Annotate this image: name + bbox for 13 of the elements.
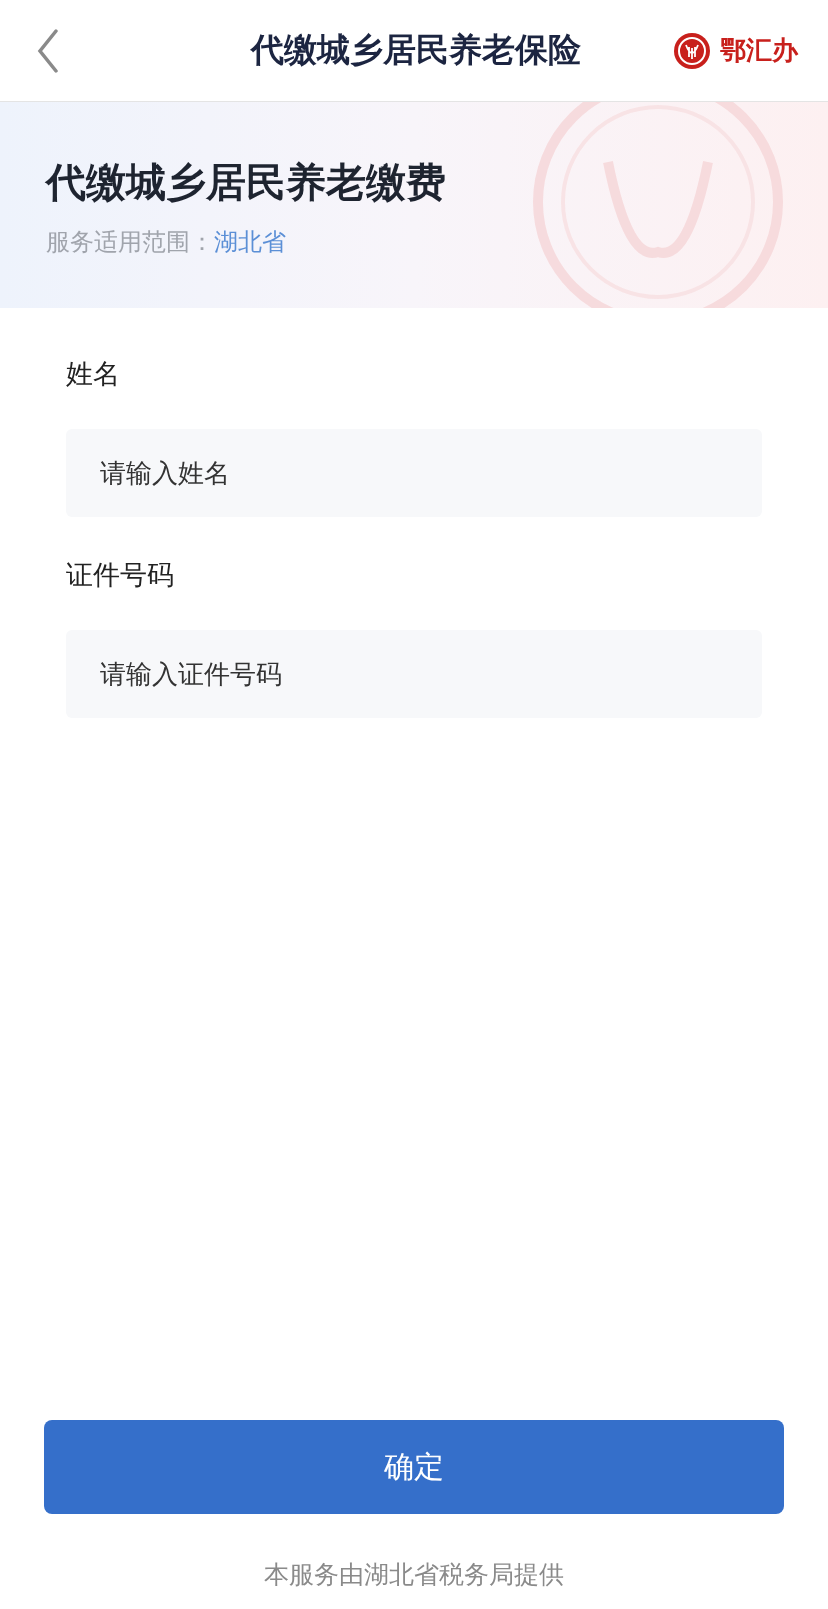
- emblem-icon: [672, 30, 712, 71]
- back-icon[interactable]: [36, 28, 60, 73]
- input-field[interactable]: 请输入姓名: [66, 429, 762, 518]
- provider-note: 本服务由湖北省税务局提供: [263, 1559, 565, 1591]
- field-label: 证件号码: [66, 558, 175, 593]
- field-label: 姓名: [66, 357, 121, 391]
- service-title: 代缴城乡居民养老缴费: [46, 158, 447, 206]
- page-title: 代缴城乡居民养老保险: [249, 29, 582, 71]
- scope-label: 服务适用范围：: [46, 228, 214, 256]
- input-field[interactable]: 请输入证件号码: [66, 630, 762, 719]
- brand-name: 鄂汇办: [720, 34, 798, 67]
- confirm-button[interactable]: 确定: [44, 1420, 784, 1514]
- scope-value: 湖北省: [214, 228, 286, 256]
